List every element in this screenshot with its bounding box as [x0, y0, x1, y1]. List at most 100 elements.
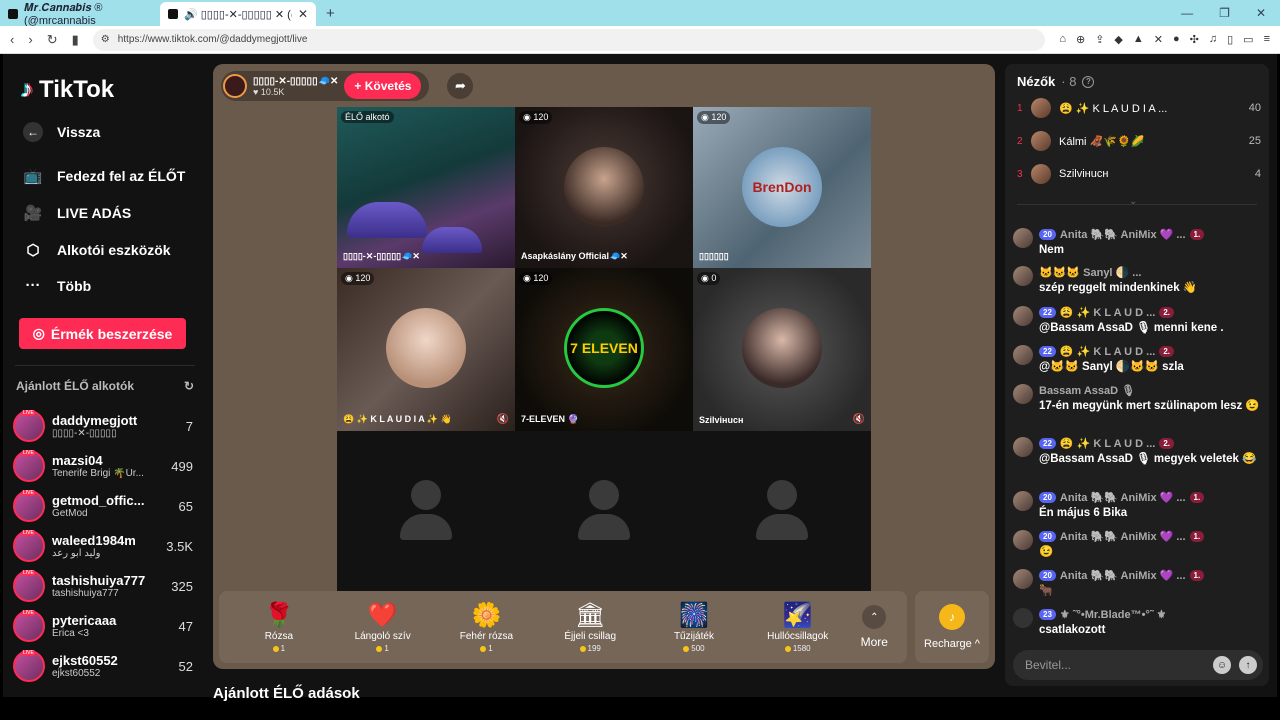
- gift-rose[interactable]: 🌹 Rózsa 1: [227, 601, 331, 653]
- share-page-icon[interactable]: ⇪: [1095, 33, 1104, 46]
- chat-username[interactable]: Anita 🐘🐘 AniMix 💜 ...: [1060, 228, 1186, 241]
- recharge-button[interactable]: ♪ Recharge ^: [915, 591, 989, 663]
- back-nav-icon[interactable]: ‹: [10, 32, 14, 47]
- level-badge: 23: [1039, 609, 1056, 620]
- gift-white-rose[interactable]: 🌼 Fehér rózsa 1: [435, 601, 539, 653]
- tiktok-logo[interactable]: ♪ TikTok: [21, 76, 114, 104]
- chat-username[interactable]: 🐱🐱🐱 Sanyl 🌗 ...: [1039, 266, 1141, 279]
- zoom-icon[interactable]: ⊕: [1076, 33, 1085, 46]
- forward-nav-icon[interactable]: ›: [28, 32, 32, 47]
- more-gifts-button[interactable]: ⌃ More: [850, 605, 899, 649]
- chat-username[interactable]: 😩 ✨ K L A U D ...: [1060, 437, 1155, 450]
- avatar[interactable]: [1013, 266, 1033, 286]
- share-icon[interactable]: ➦: [447, 73, 474, 99]
- recommended-creator[interactable]: LIVE pytericaaa Erica <3 47: [13, 608, 193, 644]
- emoji-icon[interactable]: ☺: [1213, 656, 1231, 674]
- new-tab-button[interactable]: +: [316, 5, 345, 26]
- tv-icon: 📺: [23, 168, 43, 185]
- avatar[interactable]: [1013, 228, 1033, 248]
- guest-tile[interactable]: BrenDon ◉ 120 ▯▯▯▯▯▯: [693, 107, 871, 268]
- top-viewer[interactable]: 3 Szilviнucн 4: [1017, 162, 1261, 186]
- translate-icon[interactable]: ⌂: [1059, 33, 1066, 46]
- guest-tile[interactable]: ÉLŐ alkotó ▯▯▯▯-✕-▯▯▯▯▯🧢✕: [337, 107, 515, 268]
- chat-username[interactable]: Anita 🐘🐘 AniMix 💜 ...: [1060, 530, 1186, 543]
- tiktok-favicon-icon: [168, 9, 178, 19]
- tab-title: 𝑴𝒓.𝑪𝒂𝒏𝒏𝒂𝒃𝒊𝒔 ® (@mrcannabis: [24, 1, 103, 27]
- nav-item-more[interactable]: ··· Több: [23, 277, 92, 294]
- extension-icon[interactable]: ●: [1173, 33, 1180, 46]
- puzzle-icon[interactable]: ✣: [1190, 33, 1199, 46]
- chevron-down-icon[interactable]: ⌄: [1129, 196, 1137, 207]
- avatar[interactable]: [1013, 437, 1033, 457]
- empty-guest-slot[interactable]: [515, 431, 693, 591]
- sidebar-icon[interactable]: ▯: [1227, 33, 1233, 46]
- bookmark-icon[interactable]: ▮: [72, 32, 79, 48]
- avatar[interactable]: [1013, 345, 1033, 365]
- shield-icon[interactable]: ◆: [1114, 33, 1122, 46]
- recommended-creator[interactable]: LIVE daddymegjott ▯▯▯▯-✕-▯▯▯▯▯ 7: [13, 408, 193, 444]
- send-icon[interactable]: ↑: [1239, 656, 1257, 674]
- extension-icon[interactable]: ✕: [1154, 33, 1163, 46]
- follow-button[interactable]: + Követés: [344, 73, 422, 99]
- gift-night-star[interactable]: 🏛 Éjjeli csillag 199: [538, 601, 642, 653]
- avatar[interactable]: [1013, 530, 1033, 550]
- chat-username[interactable]: 😩 ✨ K L A U D ...: [1060, 345, 1155, 358]
- guest-tile[interactable]: ◉ 120 😩 ✨ K L A U D I A ✨ 👋 🔇: [337, 268, 515, 431]
- top-viewer[interactable]: 2 Kálmi 🦧🌾🌻🌽 25: [1017, 129, 1261, 153]
- info-icon[interactable]: ?: [1082, 75, 1095, 88]
- avatar[interactable]: [1013, 491, 1033, 511]
- close-window-icon[interactable]: ✕: [1256, 6, 1266, 20]
- close-tab-icon[interactable]: ✕: [298, 7, 308, 21]
- host-info[interactable]: ▯▯▯▯-✕-▯▯▯▯▯🧢✕ ♥ 10.5K + Követés: [221, 71, 430, 101]
- avatar[interactable]: [1013, 569, 1033, 589]
- back-button[interactable]: ← Vissza: [23, 122, 100, 142]
- recommended-creator[interactable]: LIVE ejkst60552 ejkst60552 52: [13, 648, 193, 684]
- chat-username[interactable]: ⚜ ˜°•Mr.Blade™•°˜ ⚜: [1060, 608, 1167, 621]
- chat-username[interactable]: Anita 🐘🐘 AniMix 💜 ...: [1060, 569, 1186, 582]
- extension-icon[interactable]: ▲: [1133, 33, 1144, 46]
- guest-tile[interactable]: 7 ELEVEN ◉ 120 7-ELEVEN 🔮: [515, 268, 693, 431]
- site-info-icon[interactable]: ⚙: [101, 34, 110, 45]
- chat-text: csatlakozott: [1039, 624, 1106, 636]
- restore-icon[interactable]: ❐: [1219, 6, 1230, 20]
- browser-tab-2[interactable]: 🔊 ▯▯▯▯-✕-▯▯▯▯▯ ✕ (@da ✕: [160, 2, 316, 26]
- url-field[interactable]: ⚙ https://www.tiktok.com/@daddymegjott/l…: [92, 28, 1046, 51]
- recommended-creator[interactable]: LIVE tashishuiya777 tashishuiya777 325: [13, 568, 193, 604]
- gift-fireworks[interactable]: 🎆 Tűzijáték 500: [642, 601, 746, 653]
- recommended-creator[interactable]: LIVE waleed1984m وليد ابو رعد 3.5K: [13, 528, 193, 564]
- get-coins-button[interactable]: ◎ Érmék beszerzése: [19, 318, 186, 349]
- empty-guest-slot[interactable]: [693, 431, 871, 591]
- music-icon[interactable]: ♫: [1209, 33, 1217, 46]
- recommended-creator[interactable]: LIVE mazsi04 Tenerife Brigi 🌴Úr... 499: [13, 448, 193, 484]
- menu-icon[interactable]: ≡: [1264, 33, 1270, 46]
- guest-tile[interactable]: ◉ 120 Asapkáslány Official🧢✕: [515, 107, 693, 268]
- avatar[interactable]: [1013, 306, 1033, 326]
- fan-badge: 1.: [1189, 229, 1205, 240]
- chat-username[interactable]: 😩 ✨ K L A U D ...: [1060, 306, 1155, 319]
- creator-badge: ÉLŐ alkotó: [341, 111, 394, 123]
- reload-icon[interactable]: ↻: [47, 32, 58, 48]
- nav-item-creator-tools[interactable]: ⬡ Alkotói eszközök: [23, 241, 170, 259]
- empty-guest-slot[interactable]: [337, 431, 515, 591]
- browser-tab-1[interactable]: 𝑴𝒓.𝑪𝒂𝒏𝒏𝒂𝒃𝒊𝒔 ® (@mrcannabis: [0, 1, 160, 27]
- join-icon: [1013, 608, 1033, 628]
- avatar[interactable]: [1013, 384, 1033, 404]
- firework-icon: 🎆: [679, 602, 709, 629]
- gift-flaming-heart[interactable]: ❤️ Lángoló szív 1: [331, 601, 435, 653]
- refresh-icon[interactable]: ↻: [184, 379, 194, 393]
- heart-icon: ❤️: [367, 602, 398, 629]
- nav-item-live-studio[interactable]: 🎥 LIVE ADÁS: [23, 204, 132, 222]
- chat-text: 17-én megyünk mert szülinapom lesz 😉: [1039, 400, 1260, 412]
- viewers-count: · 8: [1061, 74, 1077, 89]
- chat-username[interactable]: Anita 🐘🐘 AniMix 💜 ...: [1060, 491, 1186, 504]
- recommended-creator[interactable]: LIVE getmod_offic... GetMod 65: [13, 488, 193, 524]
- gift-shooting-stars[interactable]: 🌠 Hullócsillagok 1580: [746, 601, 850, 653]
- chat-input[interactable]: Bevitel... ☺ ↑: [1013, 650, 1263, 680]
- minimize-icon[interactable]: —: [1181, 6, 1193, 20]
- wallet-icon[interactable]: ▭: [1243, 33, 1253, 46]
- top-viewer[interactable]: 1 😩 ✨ K L A U D I A ... 40: [1017, 96, 1261, 120]
- avatar: LIVE: [13, 610, 45, 642]
- nav-item-explore-live[interactable]: 📺 Fedezd fel az ÉLŐT: [23, 167, 186, 185]
- guest-tile[interactable]: ◉ 0 Szilviнucн 🔇: [693, 268, 871, 431]
- chat-username[interactable]: Bassam AssaD 🎙: [1039, 384, 1135, 397]
